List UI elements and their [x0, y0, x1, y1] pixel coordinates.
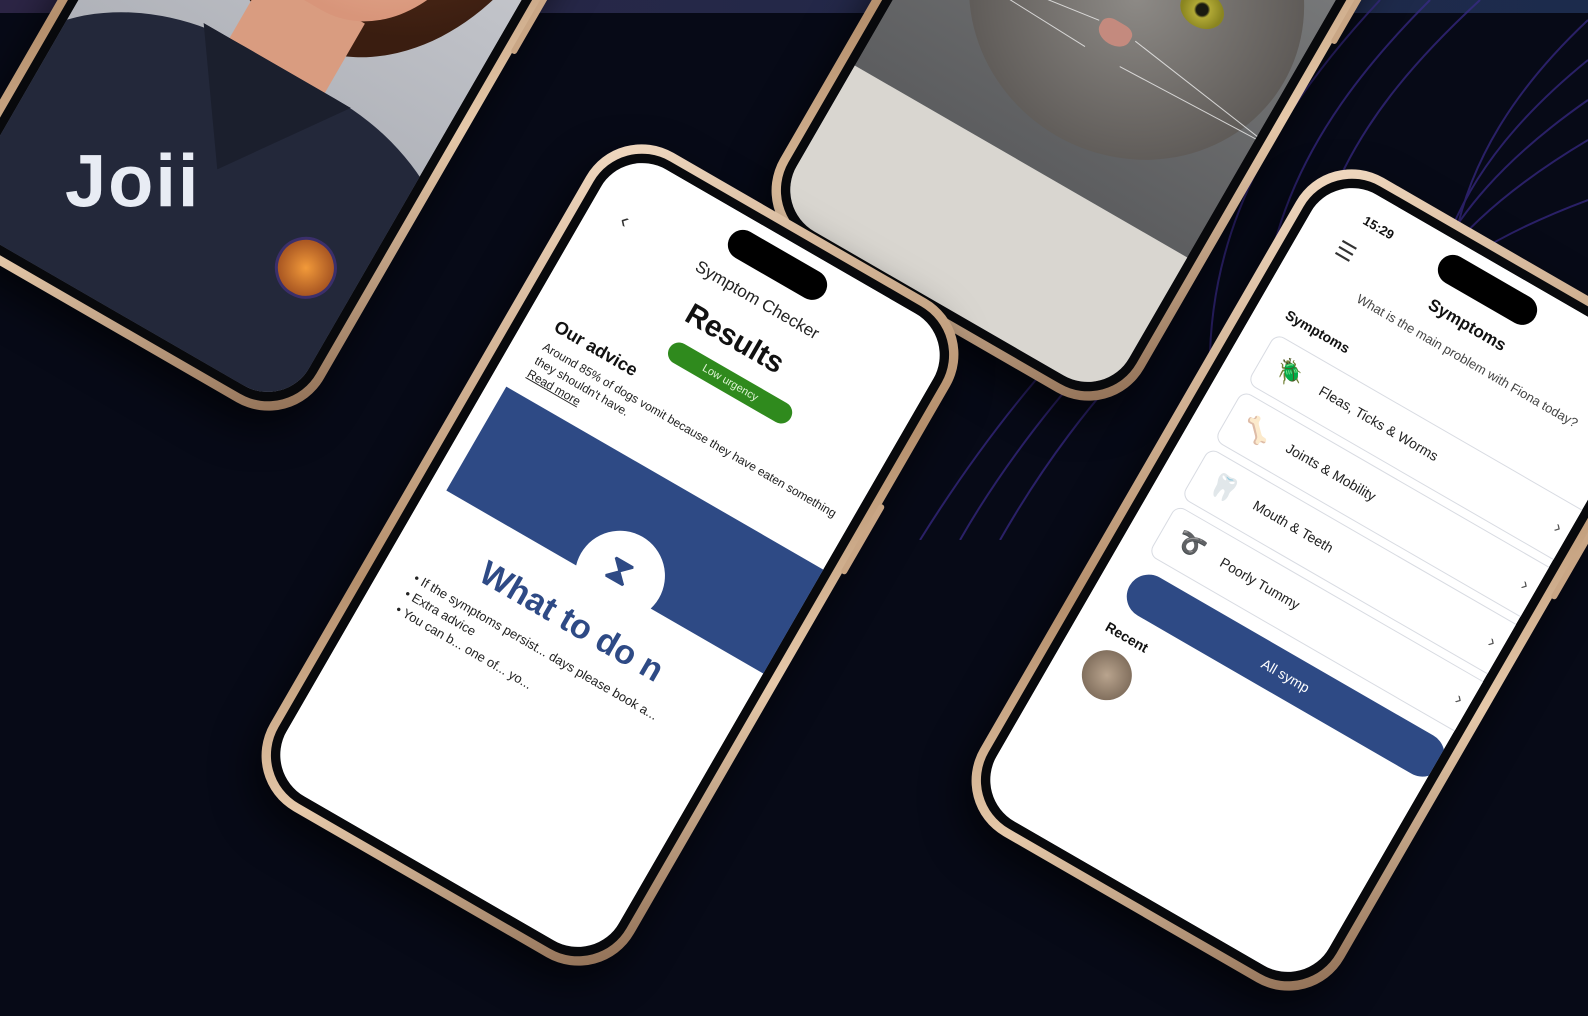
bone-icon: 🦴 [1237, 411, 1277, 451]
chevron-right-icon: › [1550, 516, 1566, 538]
stomach-icon: ➰ [1171, 526, 1211, 565]
chevron-right-icon: › [1451, 688, 1467, 709]
flea-icon: 🪲 [1270, 354, 1310, 394]
chevron-right-icon: › [1517, 574, 1533, 595]
shirt-logo: Joii [65, 139, 201, 223]
tooth-icon: 🦷 [1204, 469, 1244, 508]
chevron-right-icon: › [1484, 631, 1500, 652]
